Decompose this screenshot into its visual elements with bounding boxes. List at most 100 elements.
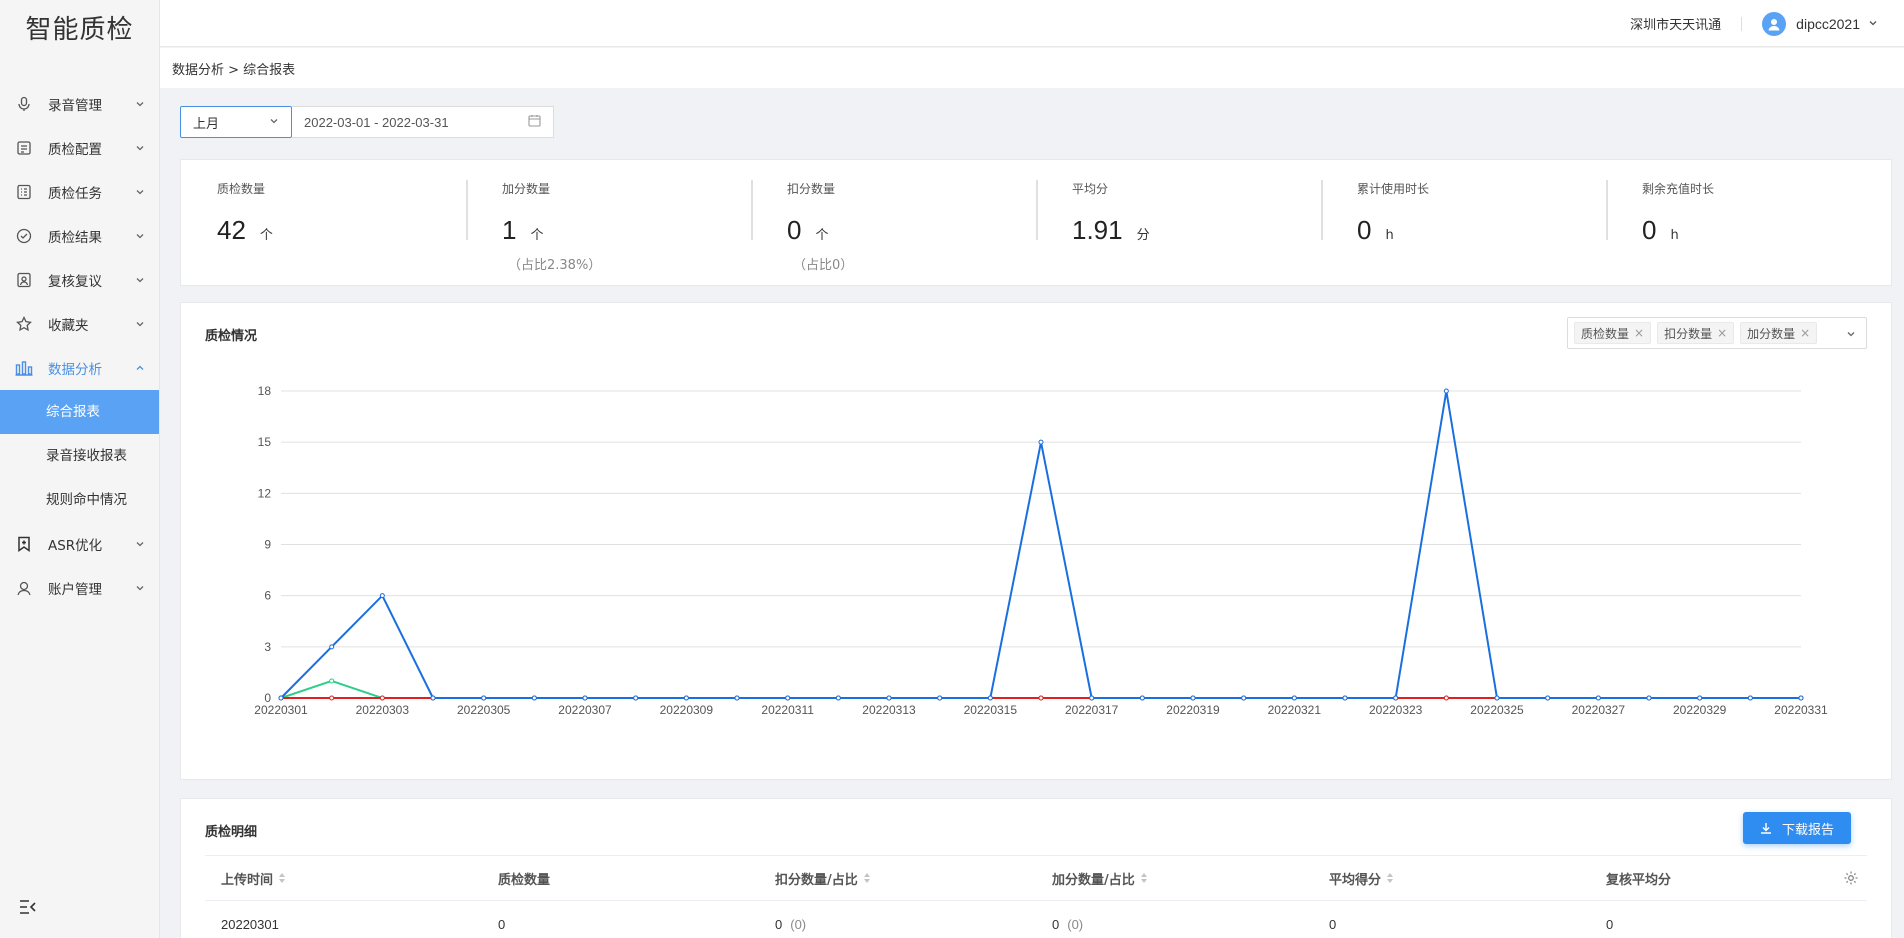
data-point [1190, 695, 1196, 701]
column-label: 质检数量 [498, 872, 551, 888]
download-report-button[interactable]: 下载报告 [1743, 812, 1851, 844]
header-right: 深圳市天天讯通 dipcc2021 [1630, 0, 1878, 47]
sidebar-item-qc-task[interactable]: 质检任务 [0, 170, 159, 214]
sidebar-item-review[interactable]: 复核复议 [0, 258, 159, 302]
tag-label: 加分数量 [1747, 326, 1796, 341]
sort-icon[interactable] [1387, 873, 1394, 883]
column-header[interactable]: 平均得分 [1313, 869, 1590, 888]
username[interactable]: dipcc2021 [1796, 16, 1860, 32]
stat-unit: 个 [815, 228, 829, 243]
stat-label: 累计使用时长 [1357, 182, 1430, 196]
data-point [1494, 695, 1500, 701]
sidebar: 智能质检 录音管理 质检配置 质检任务 质检结果 复核复议 收藏夹 数据分析 综… [0, 0, 160, 938]
x-tick-label: 20220317 [1065, 703, 1119, 717]
stat-label: 加分数量 [502, 182, 551, 196]
chevron-down-icon [133, 185, 147, 199]
x-tick-label: 20220319 [1166, 703, 1220, 717]
calendar-icon [528, 114, 541, 130]
x-tick-label: 20220325 [1470, 703, 1524, 717]
sidebar-item-label: 质检配置 [48, 142, 102, 158]
series-line [280, 679, 1801, 699]
gear-icon[interactable] [1843, 870, 1859, 889]
stat-remaining-time: 剩余充值时长 0h [1606, 180, 1891, 285]
data-point [329, 695, 335, 701]
sidebar-item-favorites[interactable]: 收藏夹 [0, 302, 159, 346]
sort-icon[interactable] [1140, 873, 1147, 883]
tag-close-icon[interactable]: × [1800, 326, 1810, 340]
column-header[interactable]: 上传时间 [205, 869, 482, 888]
stat-value: 1.91 [1072, 215, 1123, 245]
line-chart: 036912151820220301 20220303 20220305 202203… [254, 384, 1828, 717]
x-tick-label: 20220315 [964, 703, 1018, 717]
series-tag: 扣分数量 × [1657, 322, 1735, 344]
stat-value: 0 [1642, 215, 1657, 245]
sidebar-subitem-recording-report[interactable]: 录音接收报表 [0, 434, 159, 478]
stats-card: 质检数量 42 个 加分数量 1个 （占比2.38%） 扣分数量 0个 （占比0）… [180, 159, 1892, 286]
sidebar-subitem-rule-hits[interactable]: 规则命中情况 [0, 478, 159, 522]
tag-label: 扣分数量 [1664, 326, 1713, 341]
data-point [582, 695, 588, 701]
stat-label: 质检数量 [217, 182, 266, 196]
data-point [683, 695, 689, 701]
column-header[interactable]: 加分数量/占比 [1036, 869, 1313, 888]
data-point [329, 644, 335, 650]
breadcrumb: 数据分析 > 综合报表 [160, 48, 1904, 88]
table-cell: 0 [1329, 916, 1337, 932]
collapse-sidebar-icon[interactable] [18, 898, 38, 918]
column-label: 上传时间 [221, 872, 274, 888]
stat-unit: 个 [259, 228, 273, 243]
x-tick-label: 20220321 [1268, 703, 1322, 717]
cell-ratio: (0) [1067, 916, 1084, 932]
stat-value: 42 [217, 215, 246, 245]
chevron-down-icon [133, 97, 147, 111]
stat-deduct-count: 扣分数量 0个 （占比0） [751, 180, 1036, 285]
document-icon [14, 138, 34, 158]
stat-value: 0 [787, 215, 802, 245]
period-select[interactable]: 上月 [180, 106, 292, 138]
avatar[interactable] [1762, 11, 1787, 36]
x-tick-label: 20220309 [660, 703, 714, 717]
sidebar-subitem-report[interactable]: 综合报表 [0, 390, 159, 434]
y-tick-label: 15 [258, 435, 272, 449]
chevron-down-icon [133, 229, 147, 243]
bar-chart-icon [14, 358, 34, 378]
series-tag: 质检数量 × [1574, 322, 1652, 344]
sidebar-item-qc-config[interactable]: 质检配置 [0, 126, 159, 170]
sidebar-item-qc-result[interactable]: 质检结果 [0, 214, 159, 258]
chevron-down-icon[interactable] [1868, 16, 1878, 31]
table-header: 上传时间 质检数量 扣分数量/占比 加分数量/占比 平均得分 复核平均分 [205, 855, 1867, 901]
stat-used-time: 累计使用时长 0h [1321, 180, 1606, 285]
tag-close-icon[interactable]: × [1634, 326, 1644, 340]
column-label: 加分数量/占比 [1052, 872, 1135, 888]
date-range-picker[interactable]: 2022-03-01 - 2022-03-31 [292, 106, 554, 138]
sidebar-item-data-analysis[interactable]: 数据分析 [0, 346, 159, 390]
sort-icon[interactable] [863, 873, 870, 883]
series-multi-select[interactable]: 质检数量 × 扣分数量 × 加分数量 × [1567, 317, 1867, 349]
x-tick-label: 20220303 [356, 703, 410, 717]
chevron-down-icon [133, 141, 147, 155]
sidebar-item-recording[interactable]: 录音管理 [0, 82, 159, 126]
microphone-icon [14, 94, 34, 114]
data-point [1646, 695, 1652, 701]
sidebar-item-label: 质检任务 [48, 186, 102, 202]
column-header[interactable]: 扣分数量/占比 [759, 869, 1036, 888]
data-point [785, 695, 791, 701]
table-cell: 20220301 [221, 916, 279, 932]
data-point [1089, 695, 1095, 701]
sidebar-item-asr[interactable]: ASR优化 [0, 522, 159, 566]
stat-value: 1 [502, 215, 517, 245]
header-divider [1741, 16, 1743, 31]
data-point [1798, 695, 1804, 701]
table-row: 20220301 0 0 (0) 0 (0) 0 0 [205, 901, 1867, 938]
sidebar-item-account[interactable]: 账户管理 [0, 566, 159, 610]
data-point [379, 593, 385, 599]
period-select-value: 上月 [193, 116, 220, 132]
chevron-down-icon [133, 317, 147, 331]
sort-icon[interactable] [279, 873, 286, 883]
tag-close-icon[interactable]: × [1717, 326, 1727, 340]
chevron-down-icon [269, 115, 279, 130]
data-point [278, 695, 284, 701]
x-tick-label: 20220307 [558, 703, 612, 717]
sidebar-item-label: ASR优化 [48, 538, 103, 554]
sidebar-menu: 录音管理 质检配置 质检任务 质检结果 复核复议 收藏夹 数据分析 综合报表 录… [0, 82, 159, 610]
